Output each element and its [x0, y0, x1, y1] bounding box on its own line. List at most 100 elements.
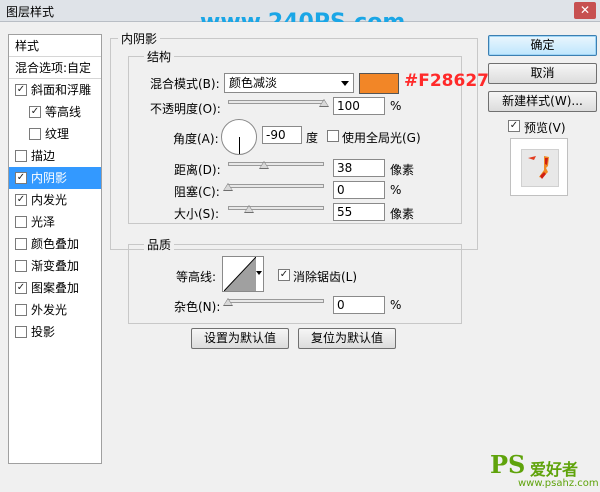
global-light-checkbox[interactable]: [327, 130, 339, 142]
style-item-checkbox[interactable]: [15, 216, 27, 228]
style-item[interactable]: ✓ 斜面和浮雕: [9, 79, 101, 101]
style-item-label: 外发光: [31, 303, 68, 317]
layer-style-dialog: 样式 混合选项:自定 ✓ 斜面和浮雕 ✓ 等高线纹理描边 ✓ 内阴影 ✓ 内发光光泽颜色叠加渐…: [0, 22, 600, 492]
style-item-label: 内阴影: [31, 171, 68, 185]
opacity-field[interactable]: 100: [333, 97, 385, 115]
angle-unit: 度: [306, 131, 319, 145]
contour-label: 等高线:: [176, 270, 217, 284]
opacity-unit: %: [390, 99, 402, 113]
style-item-checkbox[interactable]: ✓: [15, 282, 27, 294]
contour-dropdown-arrow-icon[interactable]: [256, 271, 262, 275]
chevron-down-icon: [341, 81, 349, 86]
noise-field[interactable]: 0: [333, 296, 385, 314]
noise-slider-track[interactable]: [228, 299, 324, 303]
style-item[interactable]: ✓ 内阴影: [9, 167, 101, 189]
style-item[interactable]: ✓ 等高线: [9, 101, 101, 123]
close-button[interactable]: ✕: [574, 2, 596, 19]
style-item-checkbox[interactable]: [15, 326, 27, 338]
style-item-checkbox[interactable]: ✓: [15, 84, 27, 96]
opacity-slider-track[interactable]: [228, 100, 324, 104]
style-item-label: 图案叠加: [31, 281, 80, 295]
style-item-label: 纹理: [45, 127, 70, 141]
size-slider-thumb[interactable]: [244, 205, 255, 213]
distance-unit: 像素: [390, 163, 415, 177]
size-label: 大小(S):: [174, 207, 220, 221]
opacity-slider-thumb[interactable]: [319, 99, 329, 107]
preview-effect-icon: [528, 156, 549, 179]
style-item[interactable]: 外发光: [9, 299, 101, 321]
choke-slider-track[interactable]: [228, 184, 324, 188]
choke-slider-thumb[interactable]: [223, 183, 233, 191]
preview-thumbnail: [510, 138, 568, 196]
style-item-label: 斜面和浮雕: [31, 83, 92, 97]
style-item-checkbox[interactable]: ✓: [29, 106, 41, 118]
distance-slider-track[interactable]: [228, 162, 324, 166]
style-item[interactable]: 投影: [9, 321, 101, 343]
blend-mode-select[interactable]: 颜色减淡: [224, 73, 354, 93]
blend-mode-value: 颜色减淡: [229, 76, 278, 90]
style-item-label: 投影: [31, 325, 56, 339]
new-style-button[interactable]: 新建样式(W)...: [488, 91, 597, 112]
cancel-button[interactable]: 取消: [488, 63, 597, 84]
contour-picker[interactable]: [222, 256, 264, 292]
size-unit: 像素: [390, 207, 415, 221]
anti-alias-label: 消除锯齿(L): [293, 270, 358, 284]
quality-title: 品质: [144, 236, 175, 253]
style-item-checkbox[interactable]: ✓: [15, 172, 27, 184]
inner-shadow-title: 内阴影: [118, 30, 161, 47]
style-item-label: 光泽: [31, 215, 56, 229]
size-slider-track[interactable]: [228, 206, 324, 210]
style-item[interactable]: 光泽: [9, 211, 101, 233]
style-item-label: 颜色叠加: [31, 237, 80, 251]
blend-options-label: 混合选项:自定: [15, 61, 92, 75]
psahz-logo: PS 爱好者 www.psahz.com: [490, 450, 599, 490]
angle-field[interactable]: -90: [262, 126, 302, 144]
style-item-checkbox[interactable]: [15, 238, 27, 250]
preview-checkbox[interactable]: ✓: [508, 120, 520, 132]
distance-label: 距离(D):: [174, 163, 221, 177]
set-default-button[interactable]: 设置为默认值: [191, 328, 289, 349]
choke-field[interactable]: 0: [333, 181, 385, 199]
noise-slider-thumb[interactable]: [223, 298, 233, 306]
opacity-label: 不透明度(O):: [150, 102, 221, 116]
noise-unit: %: [390, 298, 402, 312]
style-item[interactable]: 渐变叠加: [9, 255, 101, 277]
style-item[interactable]: ✓ 图案叠加: [9, 277, 101, 299]
contour-curve-icon: [224, 257, 256, 291]
preview-swatch: [521, 149, 559, 187]
angle-label: 角度(A):: [173, 132, 219, 146]
style-item-label: 内发光: [31, 193, 68, 207]
style-list-header[interactable]: 样式: [9, 35, 101, 57]
ok-button[interactable]: 确定: [488, 35, 597, 56]
style-item-label: 描边: [31, 149, 56, 163]
style-item-label: 渐变叠加: [31, 259, 80, 273]
angle-dial[interactable]: [221, 119, 257, 155]
logo-url: www.psahz.com: [518, 478, 599, 489]
size-field[interactable]: 55: [333, 203, 385, 221]
style-item-checkbox[interactable]: [29, 128, 41, 140]
choke-unit: %: [390, 183, 402, 197]
style-item[interactable]: ✓ 内发光: [9, 189, 101, 211]
shadow-color-swatch[interactable]: [359, 73, 399, 94]
style-item-checkbox[interactable]: [15, 260, 27, 272]
color-hex-annotation: #F28627: [404, 71, 489, 91]
choke-label: 阻塞(C):: [174, 185, 220, 199]
distance-slider-thumb[interactable]: [259, 161, 270, 169]
style-item[interactable]: 颜色叠加: [9, 233, 101, 255]
style-list: 样式 混合选项:自定 ✓ 斜面和浮雕 ✓ 等高线纹理描边 ✓ 内阴影 ✓ 内发光光泽颜色叠加渐…: [8, 34, 102, 464]
style-item-label: 等高线: [45, 105, 82, 119]
style-item-checkbox[interactable]: [15, 304, 27, 316]
distance-field[interactable]: 38: [333, 159, 385, 177]
blend-mode-label: 混合模式(B):: [150, 77, 220, 91]
angle-indicator: [239, 137, 240, 154]
logo-text: 爱好者: [530, 460, 579, 479]
style-item[interactable]: 纹理: [9, 123, 101, 145]
style-item-checkbox[interactable]: ✓: [15, 194, 27, 206]
style-item[interactable]: 描边: [9, 145, 101, 167]
blend-options-item[interactable]: 混合选项:自定: [9, 57, 101, 79]
global-light-label: 使用全局光(G): [342, 131, 421, 145]
preview-label: 预览(V): [524, 121, 566, 135]
style-item-checkbox[interactable]: [15, 150, 27, 162]
reset-default-button[interactable]: 复位为默认值: [298, 328, 396, 349]
anti-alias-checkbox[interactable]: ✓: [278, 269, 290, 281]
